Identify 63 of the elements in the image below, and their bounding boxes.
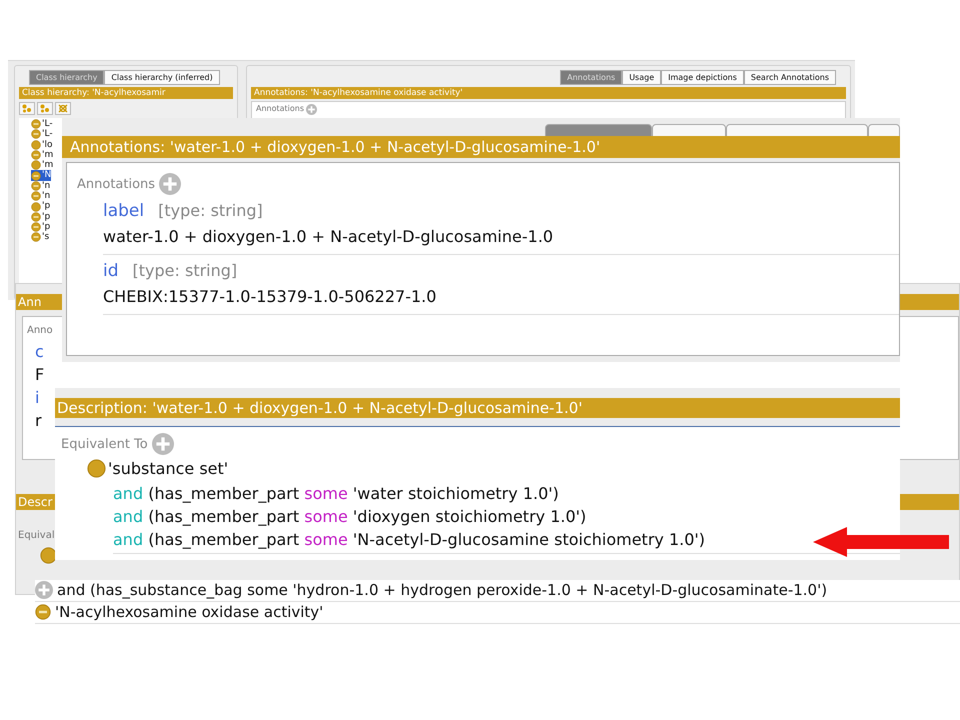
add-icon[interactable] bbox=[35, 581, 53, 599]
tree-item[interactable]: 'p bbox=[31, 222, 50, 232]
tree-item[interactable]: 'L- bbox=[31, 119, 53, 130]
type-label: [type: string] bbox=[158, 201, 263, 220]
tree-item[interactable]: 'n bbox=[31, 191, 50, 202]
panel-title: Class hierarchy: 'N-acylhexosamir bbox=[19, 87, 233, 99]
tree-item[interactable]: 's bbox=[31, 232, 50, 243]
tree-item[interactable]: 'm bbox=[31, 150, 54, 160]
axiom-text: and (has_substance_bag some 'hydron-1.0 + hydrogen peroxide-1.0 + N-acetyl-D-glucosaminate-1.0') bbox=[57, 581, 828, 599]
section-label: Equivalent To bbox=[61, 436, 148, 452]
add-icon[interactable] bbox=[159, 173, 182, 195]
section-label: Anno bbox=[27, 325, 53, 336]
toolbar-button[interactable] bbox=[55, 102, 71, 115]
property-name: id bbox=[103, 261, 119, 281]
tree-item[interactable]: 'p bbox=[31, 212, 50, 222]
add-class-icon[interactable] bbox=[22, 104, 32, 113]
property-name: label bbox=[103, 201, 144, 221]
class-name: 'substance set' bbox=[108, 459, 228, 478]
property-value: water-1.0 + dioxygen-1.0 + N-acetyl-D-glucosamine-1.0 bbox=[103, 227, 554, 246]
class-icon bbox=[31, 160, 41, 170]
tree-item[interactable]: 'N bbox=[31, 170, 52, 181]
class-icon bbox=[31, 129, 41, 140]
tree-item[interactable]: 'L- bbox=[31, 129, 53, 140]
add-class-icon[interactable] bbox=[40, 104, 50, 113]
axiom-text: and (has_member_part some 'N-acetyl-D-glucosamine stoichiometry 1.0') bbox=[113, 529, 706, 551]
class-icon bbox=[40, 547, 57, 564]
tab[interactable]: Usage bbox=[622, 70, 662, 85]
tab[interactable]: Search Annotations bbox=[744, 70, 836, 85]
class-icon bbox=[31, 222, 41, 232]
tree-item[interactable]: 'm bbox=[31, 160, 54, 170]
add-icon[interactable] bbox=[152, 433, 174, 455]
panel-title: Annotations: 'N-acylhexosamine oxidase activity' bbox=[251, 87, 846, 99]
section-label: Annotations bbox=[256, 104, 304, 113]
annotation-text: c bbox=[35, 344, 44, 359]
class-name: 'N-acylhexosamine oxidase activity' bbox=[55, 603, 324, 621]
class-icon bbox=[35, 604, 51, 620]
toolbar-button[interactable] bbox=[37, 102, 53, 115]
class-icon bbox=[31, 170, 41, 181]
class-icon bbox=[31, 212, 41, 222]
add-icon[interactable] bbox=[306, 104, 318, 115]
section-label: Annotations bbox=[77, 176, 156, 192]
section-label: Equival bbox=[18, 530, 55, 541]
type-label: [type: string] bbox=[132, 261, 238, 280]
panel-title: Annotations: 'water-1.0 + dioxygen-1.0 + N-acetyl-D-glucosamine-1.0' bbox=[62, 136, 900, 158]
class-icon bbox=[31, 232, 41, 242]
tab[interactable]: Class hierarchy (inferred) bbox=[104, 70, 220, 85]
class-icon bbox=[31, 180, 41, 191]
annotation-text: r bbox=[35, 413, 42, 428]
class-icon bbox=[31, 191, 41, 202]
class-icon bbox=[31, 150, 41, 160]
annotation-text: F bbox=[35, 367, 44, 382]
panel-title: Description: 'water-1.0 + dioxygen-1.0 + N-acetyl-D-glucosamine-1.0' bbox=[55, 398, 900, 418]
class-icon bbox=[31, 140, 41, 150]
tree-item[interactable]: 'p bbox=[31, 201, 50, 212]
toolbar-button[interactable] bbox=[19, 102, 35, 115]
class-icon bbox=[87, 459, 106, 478]
class-icon bbox=[31, 119, 41, 130]
tab[interactable]: Image depictions bbox=[661, 70, 744, 85]
class-icon bbox=[31, 202, 41, 212]
delete-class-icon[interactable] bbox=[58, 104, 68, 113]
tree-item[interactable]: 'lo bbox=[31, 140, 52, 150]
annotation-text: i bbox=[35, 390, 40, 405]
tree-item[interactable]: 'n bbox=[31, 180, 50, 192]
